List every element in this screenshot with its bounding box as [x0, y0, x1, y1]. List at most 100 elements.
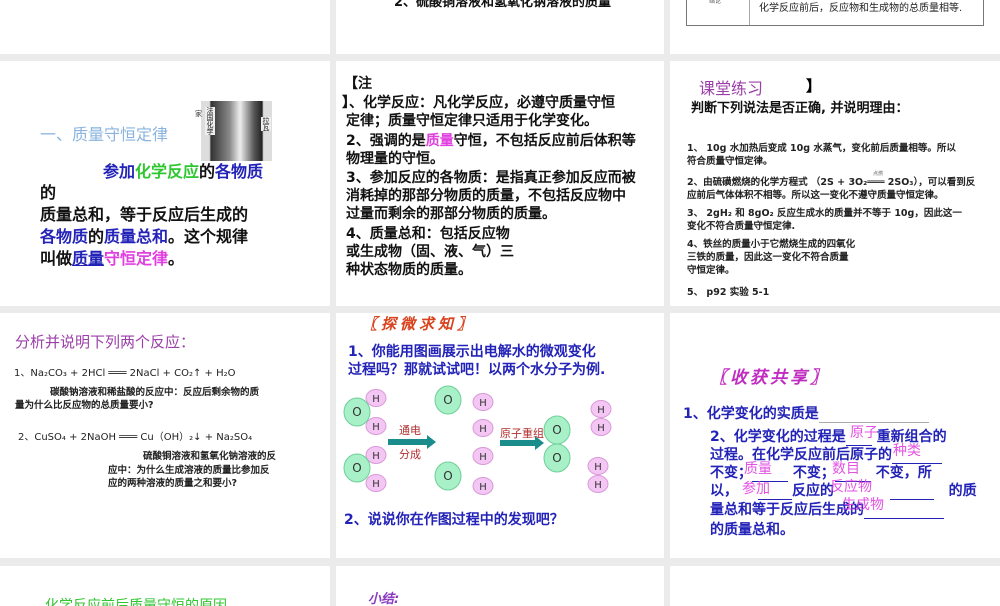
svg-text:H: H: [372, 479, 380, 490]
slide-thumbnail[interactable]: 2、硫酸铜溶液和氢氧化钠溶液的质量: [336, 0, 664, 54]
answer-text: 生成物: [842, 497, 884, 513]
slide-title: 化学反应前后质量守恒的原因: [45, 598, 227, 606]
equation-1: 1、Na₂CO₃ + 2HCl ═══ 2NaCl + CO₂↑ + H₂O: [14, 368, 236, 379]
svg-text:H: H: [372, 394, 380, 405]
exercise-item: 三铁的质量，因此这一变化不符合质量: [687, 252, 849, 263]
arrow2-label: 原子重组: [500, 427, 544, 440]
svg-text:H: H: [594, 480, 602, 491]
exercise-heading: 判断下列说法是否正确, 并说明理由：: [691, 101, 909, 116]
slide-thumbnail[interactable]: [0, 0, 330, 54]
hydrogen-atom: H: [590, 400, 612, 418]
oxygen-atom: O: [543, 443, 571, 473]
exercise-item: 3、 2gH₂ 和 8gO₂ 反应生成水的质量并不等于 10g，因此这一: [687, 208, 962, 219]
note-line: 2、强调的是质量守恒，不包括反应前后体积等: [346, 133, 636, 149]
lavoisier-portrait: 家 法国化学 拉瓦: [195, 101, 272, 161]
exercise-item: 1、 10g 水加热后变成 10g 水蒸气，变化前后质量相等。所以: [687, 143, 956, 154]
svg-text:H: H: [594, 462, 602, 473]
oxygen-atom: O: [434, 385, 462, 415]
note-line: 消耗掉的那部分物质的质量，不包括反应物中: [346, 188, 626, 204]
slide-thumbnail[interactable]: 分析并说明下列两个反应： 1、Na₂CO₃ + 2HCl ═══ 2NaCl +…: [0, 313, 330, 558]
oxygen-atom: O: [343, 453, 371, 483]
note-line: 4、质量总和：包括反应物: [346, 226, 510, 242]
slide-thumbnail[interactable]: 〖探微求知〗 1、你能用图画展示出电解水的微观变化 过程吗？那就试试吧！以两个水…: [336, 313, 664, 558]
question-2: 应的两种溶液的质量之和要小?: [108, 478, 238, 489]
svg-text:H: H: [479, 398, 487, 409]
svg-text:O: O: [443, 469, 452, 483]
note-line: 种状态物质的质量。: [346, 262, 472, 278]
svg-text:H: H: [479, 424, 487, 435]
hydrogen-atom: H: [472, 393, 494, 411]
exercise-item: 4、铁丝的质量小于它燃烧生成的四氧化: [687, 239, 856, 250]
question-1: 量为什么比反应物的总质量要小?: [15, 400, 154, 411]
slide-thumbnail[interactable]: 【注 】、化学反应：凡化学反应，必遵守质量守恒 定律；质量守恒定律只适用于化学变…: [336, 61, 664, 306]
summary-line: 的质量总和。: [710, 522, 794, 538]
exercise-item: 符合质量守恒定律。: [687, 156, 773, 167]
answer-text: 质量: [744, 461, 772, 477]
svg-text:H: H: [372, 451, 380, 462]
definition-line-3: 质量总和，等于反应后生成的: [40, 205, 249, 224]
svg-text:O: O: [552, 423, 561, 437]
svg-text:H: H: [597, 405, 605, 416]
conclusion-table: 结论 化学反应前后，反应物和生成物的总质量相等.: [686, 0, 984, 26]
slide-thumbnail[interactable]: 一、质量守恒定律 家 法国化学 拉瓦 参加化学反应的各物质 的 质量总和，等于反…: [0, 61, 330, 306]
slide-thumbnail[interactable]: 小结:: [336, 566, 664, 606]
hydrogen-atom: H: [590, 418, 612, 436]
question-1: 过程吗？那就试试吧！以两个水分子为例.: [348, 362, 606, 378]
hydrogen-atom: H: [365, 446, 387, 464]
arrow1-label-bottom: 分成: [399, 448, 421, 461]
svg-text:O: O: [443, 393, 452, 407]
definition-line-1: 参加化学反应的各物质: [103, 162, 264, 181]
definition-line-4: 各物质的质量总和。这个规律: [40, 227, 249, 246]
question-2: 硫酸铜溶液和氢氧化钠溶液的反: [143, 451, 277, 462]
slide-thumbnail[interactable]: 〖收获共享〗 1、化学变化的实质是 2、化学变化的过程是 重新组合的 过程。在化…: [670, 313, 1000, 558]
hydrogen-atom: H: [472, 419, 494, 437]
svg-text:O: O: [352, 405, 361, 419]
slide-thumbnail[interactable]: 结论 化学反应前后，反应物和生成物的总质量相等.: [670, 0, 1000, 54]
oxygen-atom: O: [543, 415, 571, 445]
table-text: 化学反应前后，反应物和生成物的总质量相等.: [759, 3, 963, 14]
answer-text: 数目: [832, 461, 860, 477]
electrolysis-diagram: HHHHHHHHHHHHOOOOOO: [343, 385, 612, 495]
hydrogen-atom: H: [587, 475, 609, 493]
clipped-line: 2、硫酸铜溶液和氢氧化钠溶液的质量: [394, 0, 612, 10]
hydrogen-atom: H: [472, 447, 494, 465]
hydrogen-atom: H: [587, 457, 609, 475]
summary-line: 1、化学变化的实质是: [683, 405, 929, 423]
summary-line: 量总和等于反应后生成的: [710, 501, 944, 519]
svg-text:H: H: [479, 482, 487, 493]
table-label: 结论: [709, 0, 722, 5]
answer-text: 种类: [893, 443, 921, 459]
slide-title: 一、质量守恒定律: [40, 125, 169, 144]
svg-text:H: H: [479, 452, 487, 463]
exercise-item: 守恒定律。: [687, 265, 735, 276]
question-2: 2、说说你在作图过程中的发现吧？: [344, 512, 564, 528]
slide-thumbnail[interactable]: [670, 566, 1000, 606]
question-1: 碳酸钠溶液和稀盐酸的反应中：反应后剩余物的质: [50, 387, 260, 398]
hydrogen-atom: H: [472, 477, 494, 495]
note-line: 过量而剩余的那部分物质的质量。: [346, 206, 556, 222]
answer-text: 原子: [850, 425, 878, 441]
title-bracket: 】: [806, 77, 822, 95]
definition-line-5: 叫做质量守恒定律。: [40, 249, 185, 268]
slide-title: 小结:: [368, 592, 400, 606]
answer-text: 反应物: [830, 479, 872, 495]
svg-text:O: O: [352, 461, 361, 475]
question-1: 1、你能用图画展示出电解水的微观变化: [348, 344, 596, 360]
note-line: 定律；质量守恒定律只适用于化学变化。: [346, 113, 598, 129]
equation-2: 2、CuSO₄ + 2NaOH ═══ Cu（OH）₂↓ + Na₂SO₄: [18, 432, 253, 443]
note-line: 3、参加反应的各物质：是指真正参加反应而被: [346, 170, 636, 186]
exercise-item: 2、由硫磺燃烧的化学方程式 （2S + 3O₂═══ 2SO₃），可以看到反: [687, 177, 976, 188]
oxygen-atom: O: [434, 461, 462, 491]
slide-title: 分析并说明下列两个反应：: [15, 333, 196, 351]
definition-line-2: 的: [40, 183, 57, 202]
exercise-item: 5、 p92 实验 5-1: [687, 287, 770, 298]
oxygen-atom: O: [343, 397, 371, 427]
svg-text:H: H: [597, 423, 605, 434]
hydrogen-atom: H: [365, 389, 387, 407]
slide-thumbnail[interactable]: 课堂练习 】 判断下列说法是否正确, 并说明理由： 1、 10g 水加热后变成 …: [670, 61, 1000, 306]
slide-thumbnail[interactable]: 化学反应前后质量守恒的原因: [0, 566, 330, 606]
exercise-item: 应前后气体体积不相等。所以这一变化不遵守质量守恒定律。: [687, 190, 944, 201]
exercise-item: 变化不符合质量守恒定律.: [687, 221, 796, 232]
svg-text:H: H: [372, 422, 380, 433]
question-2: 应中：为什么生成溶液的质量比参加反: [108, 465, 270, 476]
